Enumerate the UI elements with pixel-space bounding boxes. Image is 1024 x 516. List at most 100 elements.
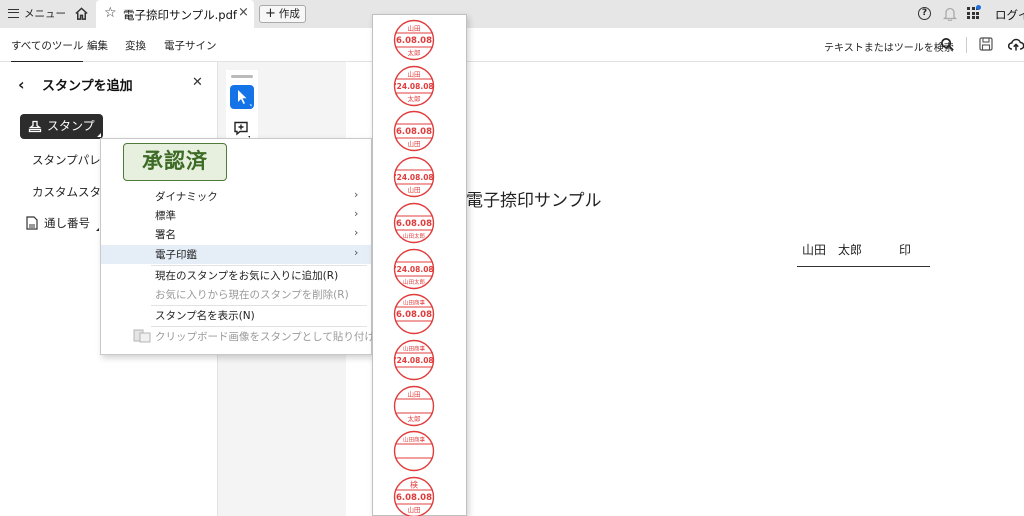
menu-button[interactable]: メニュー xyxy=(8,6,66,21)
tab-e-sign[interactable]: 電子サイン xyxy=(164,38,217,53)
seal-bottom-text: 山田 xyxy=(408,139,421,148)
stamp-dropdown-button[interactable]: スタンプ xyxy=(20,114,103,139)
menu-item-label: スタンプ名を表示(N) xyxy=(155,310,255,322)
seal-date: 6.08.08 xyxy=(396,493,432,503)
menu-item-label: ダイナミック xyxy=(155,191,218,203)
seal-date: '24.08.08 xyxy=(394,356,433,365)
dropdown-caret-icon xyxy=(96,133,101,137)
menu-item-digital-seal[interactable]: 電子印鑑 › xyxy=(101,245,371,264)
serial-number-item[interactable]: 通し番号 xyxy=(26,215,99,231)
tab-convert[interactable]: 変換 xyxy=(125,38,146,53)
seal-date: '24.08.08 xyxy=(394,173,433,182)
tools-bar: すべてのツール 編集 変換 電子サイン テキストまたはツールを検索 xyxy=(0,28,1024,63)
seal-bottom-text: 太郎 xyxy=(408,94,422,103)
select-tool-button[interactable] xyxy=(230,85,254,109)
seal-stamp-option[interactable]: 6.08.08 山田 xyxy=(393,110,435,152)
seal-date: 6.08.08 xyxy=(396,219,432,229)
menu-item-add-favorite[interactable]: 現在のスタンプをお気に入りに追加(R) xyxy=(101,266,371,285)
document-title: 電子捺印サンプル xyxy=(466,191,602,211)
help-icon[interactable]: ? xyxy=(918,7,931,20)
dropdown-caret-icon xyxy=(96,227,99,231)
plus-icon: + xyxy=(265,6,276,21)
seal-stamp-option[interactable]: 山田商事 6.08.08 xyxy=(393,293,435,335)
seal-stamp-option[interactable]: 6.08.08 山田太郎 xyxy=(393,202,435,244)
seal-top-text: 山田商事 xyxy=(403,299,426,307)
seal-date: 6.08.08 xyxy=(396,127,432,137)
menu-item-label: 署名 xyxy=(155,229,176,241)
cursor-arrow-icon xyxy=(238,90,252,107)
seal-stamp-option[interactable]: 山田商事 '24.08.08 xyxy=(393,339,435,381)
seal-top-text: 検 xyxy=(410,480,418,490)
menu-item-label: 電子印鑑 xyxy=(155,249,197,261)
seal-bottom-text: 太郎 xyxy=(408,414,422,423)
notification-bell-icon[interactable] xyxy=(943,6,957,21)
seal-bottom-text: 山田 xyxy=(408,185,421,194)
seal-stamp-option[interactable]: 山田 '24.08.08 太郎 xyxy=(393,65,435,107)
seal-stamp-option[interactable]: '24.08.08 山田太郎 xyxy=(393,248,435,290)
menu-item-dynamic[interactable]: ダイナミック › xyxy=(101,187,371,206)
submenu-arrow-icon: › xyxy=(354,207,359,220)
back-chevron-icon[interactable]: ‹ xyxy=(18,75,25,94)
menu-item-label: 標準 xyxy=(155,210,176,222)
seal-bottom-text: 山田 xyxy=(408,505,421,514)
document-tab[interactable]: ☆ 電子捺印サンプル.pdf × xyxy=(96,0,254,28)
seal-label: 印 xyxy=(899,243,912,257)
seal-date: '24.08.08 xyxy=(394,265,433,274)
seal-top-text: 山田 xyxy=(408,24,421,33)
menu-item-label: 現在のスタンプをお気に入りに追加(R) xyxy=(155,270,339,282)
notification-dot xyxy=(976,5,981,10)
custom-stamp-item[interactable]: カスタムスタンプ xyxy=(26,184,102,200)
approved-stamp-preview: 承認済 xyxy=(123,143,227,181)
star-icon[interactable]: ☆ xyxy=(104,5,117,21)
add-comment-icon[interactable] xyxy=(233,120,253,140)
stamp-palette-item[interactable]: スタンプパレット xyxy=(26,152,106,168)
submenu-arrow-icon: › xyxy=(354,246,359,259)
cloud-upload-icon[interactable] xyxy=(1008,38,1024,51)
toolbar-grip[interactable] xyxy=(231,75,253,78)
menu-item-signature[interactable]: 署名 › xyxy=(101,225,371,244)
tab-title: 電子捺印サンプル.pdf xyxy=(123,8,237,22)
menu-item-standard[interactable]: 標準 › xyxy=(101,206,371,225)
create-button[interactable]: + 作成 xyxy=(259,5,306,23)
menu-item-label: お気に入りから現在のスタンプを削除(R) xyxy=(155,289,349,301)
digital-seal-submenu: 山田 6.08.08 太郎 山田 '24.08.08 太郎 6.08.08 山田 '24.08.… xyxy=(372,14,467,516)
menu-item-show-stamp-names[interactable]: スタンプ名を表示(N) xyxy=(101,306,371,325)
seal-top-text: 山田商事 xyxy=(403,436,426,444)
seal-stamp-option[interactable]: 検 6.08.08 山田 xyxy=(393,476,435,516)
seal-top-text: 山田商事 xyxy=(403,344,426,352)
tab-edit[interactable]: 編集 xyxy=(87,38,108,53)
search-icon[interactable] xyxy=(940,37,955,52)
seal-bottom-text: 太郎 xyxy=(408,48,422,57)
submenu-arrow-icon: › xyxy=(354,188,359,201)
home-icon[interactable] xyxy=(74,6,89,21)
create-label: 作成 xyxy=(278,8,300,20)
serial-number-label: 通し番号 xyxy=(44,216,90,230)
seal-stamp-option[interactable]: 山田太郎 xyxy=(393,385,435,427)
hamburger-icon xyxy=(8,9,19,18)
stamp-icon xyxy=(28,120,42,133)
menu-item-remove-favorite: お気に入りから現在のスタンプを削除(R) xyxy=(101,285,371,304)
tab-bar: メニュー ☆ 電子捺印サンプル.pdf × +作成 ? ログイン xyxy=(0,0,1024,28)
seal-date: 6.08.08 xyxy=(396,36,432,46)
menu-label: メニュー xyxy=(24,8,66,20)
seal-stamp-option[interactable]: 山田商事 xyxy=(393,430,435,472)
seal-stamp-option[interactable]: '24.08.08 山田 xyxy=(393,156,435,198)
seal-stamp-option[interactable]: 山田 6.08.08 太郎 xyxy=(393,19,435,61)
panel-title: スタンプを追加 xyxy=(42,79,133,94)
custom-stamp-label: カスタムスタンプ xyxy=(32,185,102,199)
seal-date: 6.08.08 xyxy=(396,310,432,320)
signature-name: 山田 太郎 xyxy=(802,243,863,257)
panel-close-icon[interactable]: ✕ xyxy=(192,75,203,90)
login-link[interactable]: ログイン xyxy=(995,7,1024,23)
toolbar-divider xyxy=(966,37,967,53)
tab-close-icon[interactable]: × xyxy=(238,5,249,20)
seal-date: '24.08.08 xyxy=(394,82,433,91)
stamp-button-label: スタンプ xyxy=(47,119,95,133)
seal-bottom-text: 山田太郎 xyxy=(403,278,426,286)
save-icon[interactable] xyxy=(979,37,993,51)
serial-number-icon xyxy=(26,216,38,230)
tab-all-tools[interactable]: すべてのツール xyxy=(11,38,84,63)
menu-item-label: クリップボード画像をスタンプとして貼り付け(D) xyxy=(155,331,392,343)
stamp-palette-label: スタンプパレット xyxy=(32,153,106,167)
tool-search-label[interactable]: テキストまたはツールを検索 xyxy=(824,39,954,54)
